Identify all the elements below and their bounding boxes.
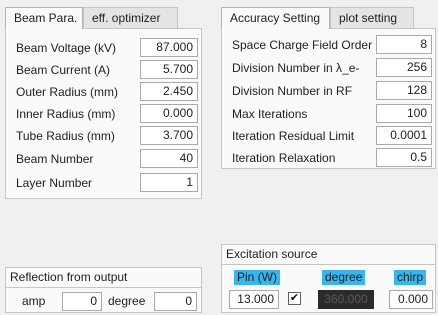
beam-voltage-label: Beam Voltage (kV) (16, 41, 117, 55)
space-charge-order-field[interactable]: 8 (376, 35, 432, 54)
accuracy-tabbar: Accuracy Setting plot setting (221, 7, 414, 29)
amp-field[interactable]: 0 (62, 292, 102, 311)
residual-limit-label: Iteration Residual Limit (232, 129, 355, 143)
inner-radius-label: Inner Radius (mm) (16, 107, 116, 121)
excitation-title: Excitation source (222, 245, 435, 265)
param-row: Beam Current (A) 5.700 (6, 60, 201, 80)
param-row: Beam Voltage (kV) 87.000 (6, 38, 201, 58)
param-row: Iteration Relaxation 0.5 (222, 148, 435, 168)
tube-radius-field[interactable]: 3.700 (140, 126, 198, 145)
beam-number-field[interactable]: 40 (140, 149, 198, 168)
param-row: Outer Radius (mm) 2.450 (6, 82, 201, 102)
reflection-degree-field[interactable]: 0 (154, 292, 197, 311)
beam-tab-body: Beam Voltage (kV) 87.000 Beam Current (A… (5, 28, 202, 199)
beam-panel: Beam Para. eff. optimizer Beam Voltage (… (5, 7, 202, 199)
division-rf-label: Division Number in RF (232, 84, 353, 98)
param-row: Division Number in λ_e- 256 (222, 58, 435, 78)
accuracy-tab-body: Space Charge Field Order 8 Division Numb… (221, 28, 436, 169)
excitation-degree-field[interactable]: 360.000 (318, 290, 374, 309)
param-row: Space Charge Field Order 8 (222, 35, 435, 55)
pin-checkbox[interactable]: ✔ (288, 292, 301, 305)
degree-label: degree (108, 294, 146, 308)
amp-label: amp (22, 294, 46, 308)
param-row: Beam Number 40 (6, 149, 201, 169)
param-row: Iteration Residual Limit 0.0001 (222, 126, 435, 146)
layer-number-label: Layer Number (16, 176, 93, 190)
excitation-degree-label: degree (322, 270, 366, 285)
tab-accuracy-setting[interactable]: Accuracy Setting (221, 7, 330, 29)
relaxation-label: Iteration Relaxation (232, 151, 336, 165)
accuracy-panel: Accuracy Setting plot setting Space Char… (221, 7, 436, 169)
division-rf-field[interactable]: 128 (376, 81, 432, 100)
inner-radius-field[interactable]: 0.000 (140, 104, 198, 123)
excitation-group: Excitation source Pin (W) degree chirp 1… (221, 244, 436, 313)
beam-current-label: Beam Current (A) (16, 63, 111, 77)
max-iterations-label: Max Iterations (232, 107, 308, 121)
beam-voltage-field[interactable]: 87.000 (140, 38, 198, 57)
space-charge-order-label: Space Charge Field Order (232, 38, 373, 52)
reflection-title: Reflection from output (6, 268, 201, 288)
param-row: Inner Radius (mm) 0.000 (6, 104, 201, 124)
pin-field[interactable]: 13.000 (229, 290, 279, 309)
param-row: Layer Number 1 (6, 173, 201, 193)
tube-radius-label: Tube Radius (mm) (16, 129, 115, 143)
pin-label: Pin (W) (234, 270, 280, 285)
layer-number-field[interactable]: 1 (140, 173, 198, 192)
division-lambda-label: Division Number in λ_e- (232, 61, 360, 75)
tab-beam-para[interactable]: Beam Para. (5, 7, 83, 29)
beam-number-label: Beam Number (16, 152, 94, 166)
param-row: Division Number in RF 128 (222, 81, 435, 101)
max-iterations-field[interactable]: 100 (376, 104, 432, 123)
beam-tabbar: Beam Para. eff. optimizer (5, 7, 178, 29)
outer-radius-field[interactable]: 2.450 (140, 82, 198, 101)
tab-plot-setting[interactable]: plot setting (330, 7, 414, 29)
residual-limit-field[interactable]: 0.0001 (376, 126, 432, 145)
chirp-field[interactable]: 0.000 (389, 290, 433, 309)
outer-radius-label: Outer Radius (mm) (16, 85, 119, 99)
beam-current-field[interactable]: 5.700 (140, 60, 198, 79)
param-row: Max Iterations 100 (222, 104, 435, 124)
reflection-group: Reflection from output amp 0 degree 0 (5, 267, 202, 313)
tab-eff-optimizer[interactable]: eff. optimizer (83, 7, 178, 29)
relaxation-field[interactable]: 0.5 (376, 148, 432, 167)
param-row: Tube Radius (mm) 3.700 (6, 126, 201, 146)
division-lambda-field[interactable]: 256 (376, 58, 432, 77)
chirp-label: chirp (394, 270, 427, 285)
